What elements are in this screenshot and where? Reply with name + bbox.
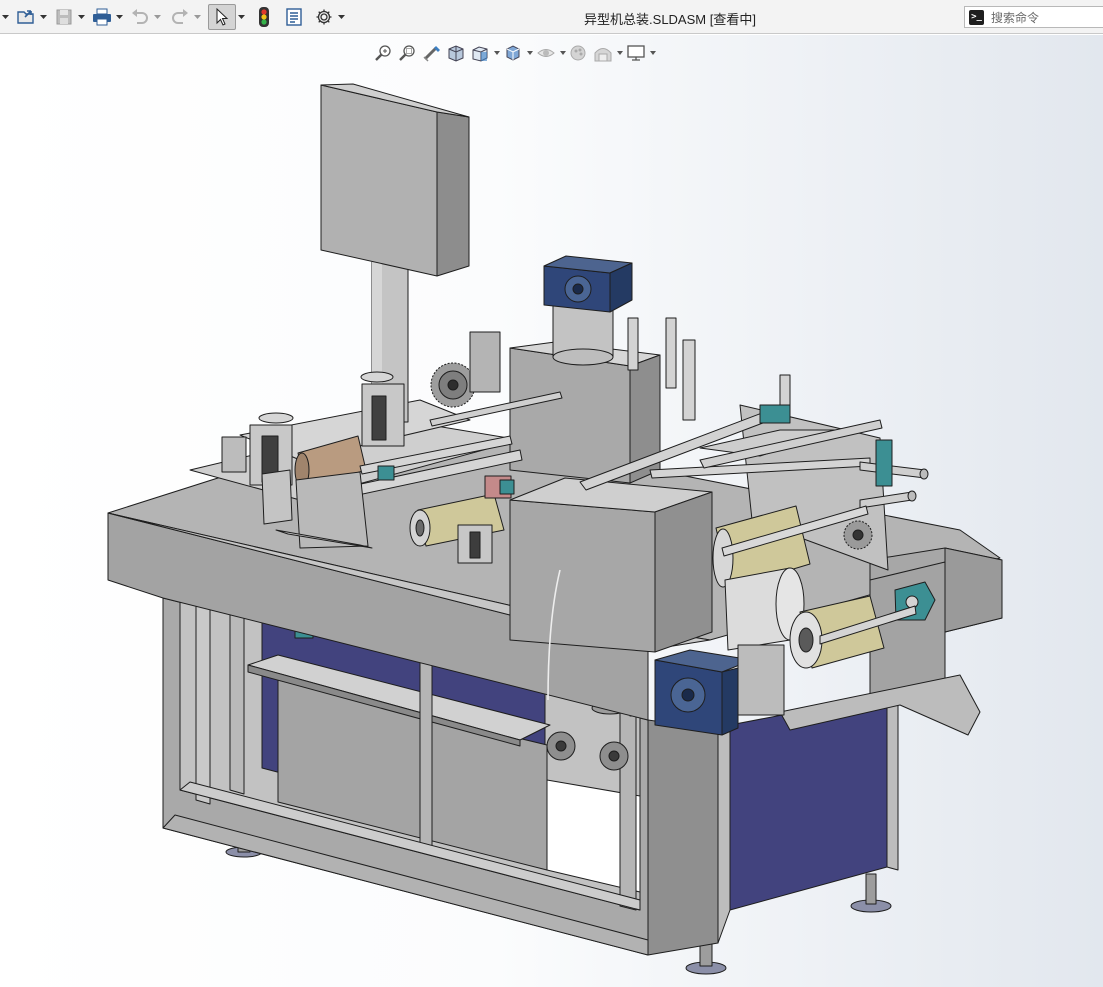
handwheel-icon — [258, 412, 294, 424]
print-dropdown[interactable] — [114, 4, 124, 30]
frame-lower-right — [647, 719, 719, 956]
options-dropdown[interactable] — [336, 4, 346, 30]
save-button[interactable] — [52, 4, 76, 30]
search-commands-box[interactable]: >_ 搜索命令 — [964, 6, 1103, 28]
control-box-front — [320, 84, 438, 277]
handwheel-icon — [360, 371, 394, 383]
dropdown-arrow-icon — [237, 15, 245, 19]
graphics-area[interactable] — [0, 35, 1103, 987]
redo-button[interactable] — [168, 4, 192, 30]
dropdown-arrow-icon — [1, 15, 9, 19]
undo-icon — [132, 9, 148, 24]
traffic-light-icon — [259, 7, 269, 27]
open-button[interactable] — [14, 4, 38, 30]
title-toolbar: 异型机总装.SLDASM [查看中] >_ 搜索命令 — [0, 0, 1103, 34]
undo-dropdown[interactable] — [152, 4, 162, 30]
file-properties-button[interactable] — [282, 4, 306, 30]
dropdown-arrow-icon — [193, 15, 201, 19]
select-dropdown[interactable] — [236, 4, 246, 30]
new-document-dropdown[interactable] — [0, 4, 10, 30]
rebuild-button[interactable] — [252, 4, 276, 30]
undo-button[interactable] — [128, 4, 152, 30]
select-arrow-icon — [216, 8, 229, 26]
open-dropdown[interactable] — [38, 4, 48, 30]
redo-icon — [172, 9, 188, 24]
select-button[interactable] — [208, 4, 236, 30]
window-title: 异型机总装.SLDASM [查看中] — [584, 12, 756, 27]
assembly-model[interactable] — [0, 35, 1103, 987]
standard-toolbar — [0, 4, 346, 30]
open-folder-icon — [17, 10, 34, 24]
gear-icon — [316, 9, 332, 25]
command-prompt-icon: >_ — [969, 9, 984, 25]
side-panel-right — [729, 694, 888, 911]
dropdown-arrow-icon — [153, 15, 161, 19]
dropdown-arrow-icon — [115, 15, 123, 19]
dropdown-arrow-icon — [39, 15, 47, 19]
options-button[interactable] — [312, 4, 336, 30]
save-icon — [56, 9, 72, 25]
save-dropdown[interactable] — [76, 4, 86, 30]
redo-dropdown[interactable] — [192, 4, 202, 30]
dropdown-arrow-icon — [77, 15, 85, 19]
dropdown-arrow-icon — [337, 15, 345, 19]
print-icon — [93, 8, 111, 26]
search-placeholder: 搜索命令 — [991, 10, 1040, 25]
print-button[interactable] — [90, 4, 114, 30]
file-properties-icon — [286, 8, 302, 26]
center-tower-front — [509, 347, 631, 484]
center-cover-front — [509, 499, 656, 653]
control-box-side — [436, 111, 470, 277]
